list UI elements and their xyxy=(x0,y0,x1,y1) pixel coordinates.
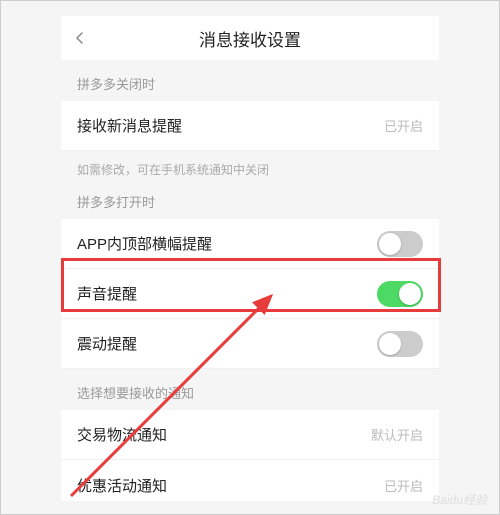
section-select-label: 选择想要接收的通知 xyxy=(61,369,439,410)
toggle-knob xyxy=(399,283,421,305)
row-label: 震动提醒 xyxy=(77,333,137,354)
row-promo-notify[interactable]: 优惠活动通知 已开启 xyxy=(61,460,439,501)
row-sound-reminder: 声音提醒 xyxy=(61,269,439,319)
page-title: 消息接收设置 xyxy=(61,26,439,51)
watermark-text: Baidu经验 xyxy=(432,491,487,508)
toggle-knob xyxy=(379,233,401,255)
row-label: 交易物流通知 xyxy=(77,424,167,445)
row-status: 默认开启 xyxy=(371,425,423,444)
settings-screen: 消息接收设置 拼多多关闭时 接收新消息提醒 已开启 如需修改，可在手机系统通知中… xyxy=(61,16,439,501)
row-label: APP内顶部横幅提醒 xyxy=(77,233,212,254)
toggle-banner[interactable] xyxy=(377,231,423,257)
toggle-sound[interactable] xyxy=(377,281,423,307)
row-receive-new-message[interactable]: 接收新消息提醒 已开启 xyxy=(61,101,439,151)
header-bar: 消息接收设置 xyxy=(61,16,439,60)
back-icon[interactable] xyxy=(73,31,87,45)
row-label: 声音提醒 xyxy=(77,283,137,304)
row-banner-reminder: APP内顶部横幅提醒 xyxy=(61,219,439,269)
row-status: 已开启 xyxy=(384,476,423,495)
section-closed-label: 拼多多关闭时 xyxy=(61,60,439,101)
hint-text: 如需修改，可在手机系统通知中关闭 xyxy=(61,151,439,192)
row-vibrate-reminder: 震动提醒 xyxy=(61,319,439,369)
section-opened-label: 拼多多打开时 xyxy=(61,192,439,219)
row-label: 优惠活动通知 xyxy=(77,475,167,496)
row-label: 接收新消息提醒 xyxy=(77,115,182,136)
toggle-vibrate[interactable] xyxy=(377,331,423,357)
toggle-knob xyxy=(379,333,401,355)
row-status: 已开启 xyxy=(384,116,423,135)
row-logistics-notify[interactable]: 交易物流通知 默认开启 xyxy=(61,410,439,460)
